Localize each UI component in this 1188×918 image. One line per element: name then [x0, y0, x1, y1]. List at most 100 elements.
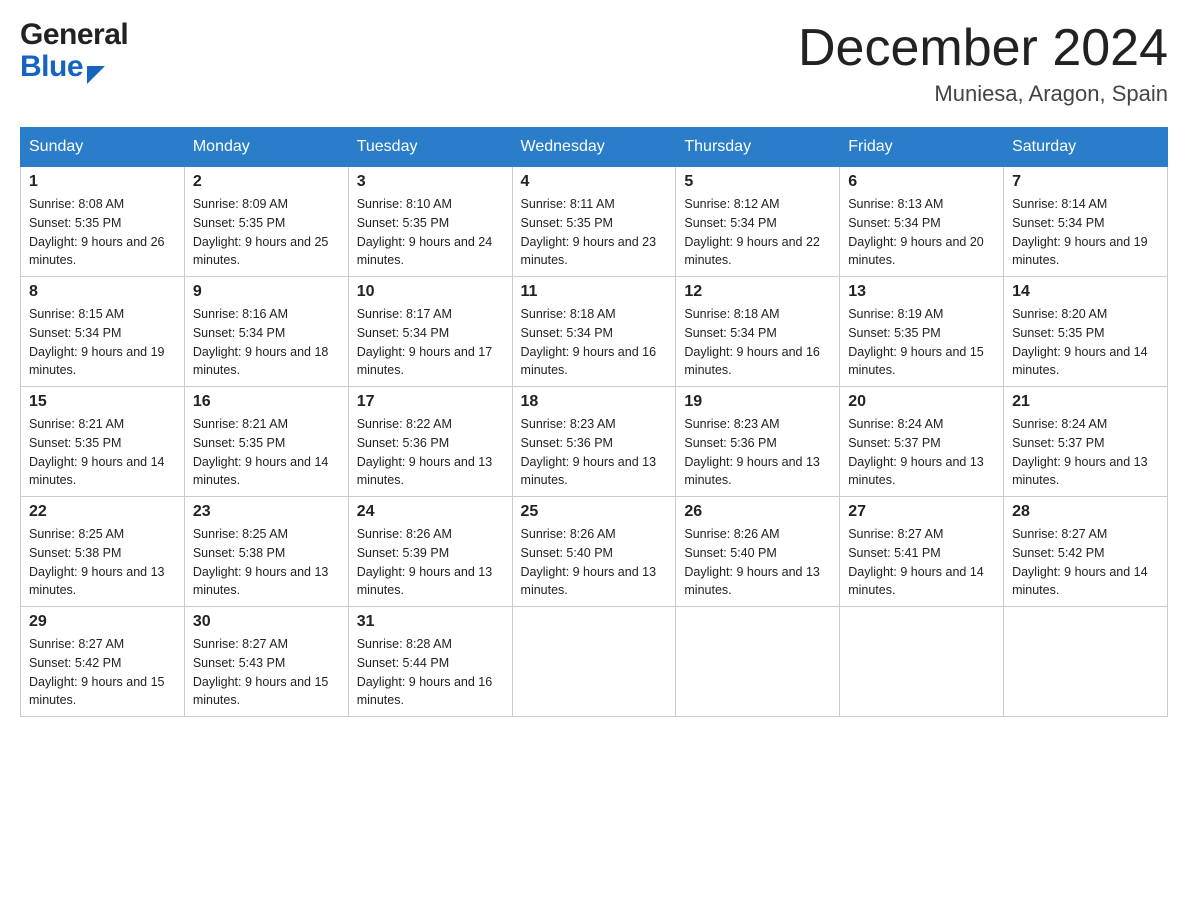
day-number: 4	[521, 173, 668, 191]
day-info: Sunrise: 8:24 AM Sunset: 5:37 PM Dayligh…	[1012, 415, 1159, 490]
day-number: 5	[684, 173, 831, 191]
day-number: 30	[193, 613, 340, 631]
day-number: 12	[684, 283, 831, 301]
day-info: Sunrise: 8:13 AM Sunset: 5:34 PM Dayligh…	[848, 195, 995, 270]
day-info: Sunrise: 8:28 AM Sunset: 5:44 PM Dayligh…	[357, 635, 504, 710]
day-info: Sunrise: 8:26 AM Sunset: 5:39 PM Dayligh…	[357, 525, 504, 600]
day-info: Sunrise: 8:23 AM Sunset: 5:36 PM Dayligh…	[521, 415, 668, 490]
day-number: 10	[357, 283, 504, 301]
day-number: 2	[193, 173, 340, 191]
col-thursday: Thursday	[676, 128, 840, 167]
day-number: 13	[848, 283, 995, 301]
day-info: Sunrise: 8:16 AM Sunset: 5:34 PM Dayligh…	[193, 305, 340, 380]
day-number: 28	[1012, 503, 1159, 521]
table-row: 27 Sunrise: 8:27 AM Sunset: 5:41 PM Dayl…	[840, 497, 1004, 607]
table-row: 5 Sunrise: 8:12 AM Sunset: 5:34 PM Dayli…	[676, 167, 840, 277]
col-monday: Monday	[184, 128, 348, 167]
calendar-week-row: 1 Sunrise: 8:08 AM Sunset: 5:35 PM Dayli…	[21, 167, 1168, 277]
page-header: General Blue December 2024 Muniesa, Arag…	[20, 20, 1168, 107]
day-number: 11	[521, 283, 668, 301]
col-friday: Friday	[840, 128, 1004, 167]
day-info: Sunrise: 8:09 AM Sunset: 5:35 PM Dayligh…	[193, 195, 340, 270]
table-row: 22 Sunrise: 8:25 AM Sunset: 5:38 PM Dayl…	[21, 497, 185, 607]
day-info: Sunrise: 8:25 AM Sunset: 5:38 PM Dayligh…	[193, 525, 340, 600]
calendar-week-row: 8 Sunrise: 8:15 AM Sunset: 5:34 PM Dayli…	[21, 277, 1168, 387]
day-info: Sunrise: 8:27 AM Sunset: 5:42 PM Dayligh…	[29, 635, 176, 710]
day-number: 9	[193, 283, 340, 301]
day-info: Sunrise: 8:23 AM Sunset: 5:36 PM Dayligh…	[684, 415, 831, 490]
day-info: Sunrise: 8:14 AM Sunset: 5:34 PM Dayligh…	[1012, 195, 1159, 270]
day-number: 17	[357, 393, 504, 411]
col-sunday: Sunday	[21, 128, 185, 167]
calendar-week-row: 22 Sunrise: 8:25 AM Sunset: 5:38 PM Dayl…	[21, 497, 1168, 607]
logo-triangle-icon	[87, 66, 105, 84]
table-row: 12 Sunrise: 8:18 AM Sunset: 5:34 PM Dayl…	[676, 277, 840, 387]
day-info: Sunrise: 8:26 AM Sunset: 5:40 PM Dayligh…	[521, 525, 668, 600]
day-info: Sunrise: 8:27 AM Sunset: 5:43 PM Dayligh…	[193, 635, 340, 710]
day-number: 16	[193, 393, 340, 411]
day-number: 22	[29, 503, 176, 521]
day-number: 1	[29, 173, 176, 191]
table-row: 24 Sunrise: 8:26 AM Sunset: 5:39 PM Dayl…	[348, 497, 512, 607]
day-number: 24	[357, 503, 504, 521]
day-number: 27	[848, 503, 995, 521]
day-number: 29	[29, 613, 176, 631]
table-row: 30 Sunrise: 8:27 AM Sunset: 5:43 PM Dayl…	[184, 607, 348, 717]
title-section: December 2024 Muniesa, Aragon, Spain	[798, 20, 1168, 107]
day-number: 6	[848, 173, 995, 191]
logo-blue: Blue	[20, 52, 83, 82]
day-info: Sunrise: 8:19 AM Sunset: 5:35 PM Dayligh…	[848, 305, 995, 380]
day-info: Sunrise: 8:12 AM Sunset: 5:34 PM Dayligh…	[684, 195, 831, 270]
table-row: 4 Sunrise: 8:11 AM Sunset: 5:35 PM Dayli…	[512, 167, 676, 277]
day-info: Sunrise: 8:27 AM Sunset: 5:41 PM Dayligh…	[848, 525, 995, 600]
table-row: 18 Sunrise: 8:23 AM Sunset: 5:36 PM Dayl…	[512, 387, 676, 497]
table-row: 25 Sunrise: 8:26 AM Sunset: 5:40 PM Dayl…	[512, 497, 676, 607]
day-number: 23	[193, 503, 340, 521]
table-row: 3 Sunrise: 8:10 AM Sunset: 5:35 PM Dayli…	[348, 167, 512, 277]
calendar-table: Sunday Monday Tuesday Wednesday Thursday…	[20, 127, 1168, 717]
day-number: 21	[1012, 393, 1159, 411]
table-row: 20 Sunrise: 8:24 AM Sunset: 5:37 PM Dayl…	[840, 387, 1004, 497]
table-row: 10 Sunrise: 8:17 AM Sunset: 5:34 PM Dayl…	[348, 277, 512, 387]
day-number: 20	[848, 393, 995, 411]
table-row: 29 Sunrise: 8:27 AM Sunset: 5:42 PM Dayl…	[21, 607, 185, 717]
table-row	[1004, 607, 1168, 717]
day-info: Sunrise: 8:21 AM Sunset: 5:35 PM Dayligh…	[193, 415, 340, 490]
table-row: 28 Sunrise: 8:27 AM Sunset: 5:42 PM Dayl…	[1004, 497, 1168, 607]
day-info: Sunrise: 8:22 AM Sunset: 5:36 PM Dayligh…	[357, 415, 504, 490]
table-row: 13 Sunrise: 8:19 AM Sunset: 5:35 PM Dayl…	[840, 277, 1004, 387]
day-info: Sunrise: 8:21 AM Sunset: 5:35 PM Dayligh…	[29, 415, 176, 490]
day-info: Sunrise: 8:11 AM Sunset: 5:35 PM Dayligh…	[521, 195, 668, 270]
day-info: Sunrise: 8:20 AM Sunset: 5:35 PM Dayligh…	[1012, 305, 1159, 380]
day-info: Sunrise: 8:24 AM Sunset: 5:37 PM Dayligh…	[848, 415, 995, 490]
day-number: 25	[521, 503, 668, 521]
day-number: 14	[1012, 283, 1159, 301]
day-info: Sunrise: 8:27 AM Sunset: 5:42 PM Dayligh…	[1012, 525, 1159, 600]
table-row: 31 Sunrise: 8:28 AM Sunset: 5:44 PM Dayl…	[348, 607, 512, 717]
table-row: 1 Sunrise: 8:08 AM Sunset: 5:35 PM Dayli…	[21, 167, 185, 277]
col-wednesday: Wednesday	[512, 128, 676, 167]
table-row: 19 Sunrise: 8:23 AM Sunset: 5:36 PM Dayl…	[676, 387, 840, 497]
day-info: Sunrise: 8:26 AM Sunset: 5:40 PM Dayligh…	[684, 525, 831, 600]
table-row	[840, 607, 1004, 717]
col-saturday: Saturday	[1004, 128, 1168, 167]
day-info: Sunrise: 8:15 AM Sunset: 5:34 PM Dayligh…	[29, 305, 176, 380]
table-row: 6 Sunrise: 8:13 AM Sunset: 5:34 PM Dayli…	[840, 167, 1004, 277]
day-number: 18	[521, 393, 668, 411]
calendar-header-row: Sunday Monday Tuesday Wednesday Thursday…	[21, 128, 1168, 167]
day-number: 26	[684, 503, 831, 521]
table-row: 7 Sunrise: 8:14 AM Sunset: 5:34 PM Dayli…	[1004, 167, 1168, 277]
day-number: 15	[29, 393, 176, 411]
logo-general: General	[20, 20, 128, 50]
table-row: 14 Sunrise: 8:20 AM Sunset: 5:35 PM Dayl…	[1004, 277, 1168, 387]
day-info: Sunrise: 8:18 AM Sunset: 5:34 PM Dayligh…	[684, 305, 831, 380]
day-number: 19	[684, 393, 831, 411]
table-row: 2 Sunrise: 8:09 AM Sunset: 5:35 PM Dayli…	[184, 167, 348, 277]
day-number: 7	[1012, 173, 1159, 191]
day-info: Sunrise: 8:25 AM Sunset: 5:38 PM Dayligh…	[29, 525, 176, 600]
table-row: 15 Sunrise: 8:21 AM Sunset: 5:35 PM Dayl…	[21, 387, 185, 497]
table-row: 21 Sunrise: 8:24 AM Sunset: 5:37 PM Dayl…	[1004, 387, 1168, 497]
table-row: 17 Sunrise: 8:22 AM Sunset: 5:36 PM Dayl…	[348, 387, 512, 497]
table-row: 23 Sunrise: 8:25 AM Sunset: 5:38 PM Dayl…	[184, 497, 348, 607]
table-row: 16 Sunrise: 8:21 AM Sunset: 5:35 PM Dayl…	[184, 387, 348, 497]
